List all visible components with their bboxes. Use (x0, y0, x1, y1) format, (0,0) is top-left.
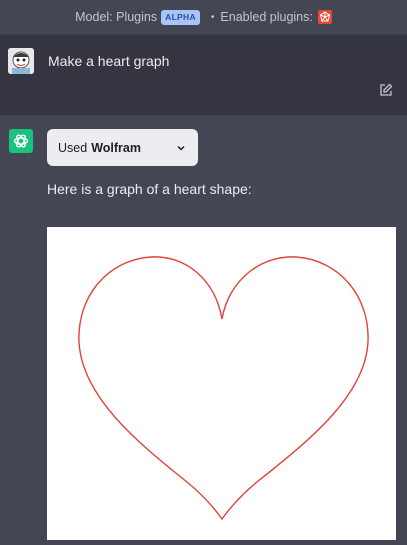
heart-graph-image (47, 227, 396, 540)
heart-curve (78, 256, 369, 521)
used-prefix: Used (58, 140, 88, 155)
user-avatar (8, 48, 34, 74)
edit-icon[interactable] (379, 83, 393, 97)
used-plugin-dropdown[interactable]: Used Wolfram (47, 129, 198, 166)
alpha-badge: ALPHA (161, 9, 200, 25)
enabled-plugins-label: Enabled plugins: (220, 10, 313, 24)
wolfram-icon[interactable] (317, 10, 332, 24)
separator-dot: • (210, 11, 215, 23)
model-bar: Model: Plugins ALPHA • Enabled plugins: (0, 0, 407, 35)
user-message-row: Make a heart graph (0, 35, 407, 115)
heart-graph (78, 256, 369, 521)
plugin-name: Wolfram (91, 140, 141, 155)
assistant-message-row: Used Wolfram Here is a graph of a heart … (0, 115, 407, 540)
assistant-message-text: Here is a graph of a heart shape: (47, 181, 252, 197)
user-message-text: Make a heart graph (48, 53, 170, 69)
openai-logo-icon (9, 129, 33, 153)
model-label: Model: Plugins (75, 10, 158, 24)
chevron-down-icon (176, 142, 186, 156)
